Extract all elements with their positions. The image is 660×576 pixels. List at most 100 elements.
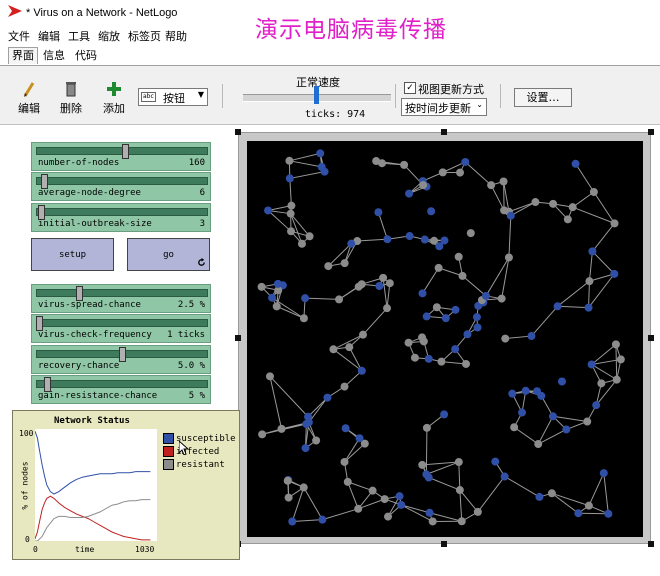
- node-susceptible: [500, 472, 509, 481]
- slider-thumb[interactable]: [44, 377, 52, 392]
- node-resistant: [454, 252, 463, 261]
- slider-thumb[interactable]: [75, 286, 83, 301]
- slider-track: [36, 319, 208, 327]
- resize-handle[interactable]: [648, 541, 654, 547]
- slider-average-node-degree[interactable]: average-node-degree 6: [31, 172, 211, 201]
- node-resistant: [385, 279, 394, 288]
- mouse-cursor-icon: [179, 441, 189, 455]
- ticks-counter: ticks: 974: [305, 109, 366, 120]
- legend-swatch: [163, 459, 174, 470]
- node-susceptible: [304, 412, 313, 421]
- node-resistant: [324, 262, 333, 271]
- node-resistant: [585, 277, 594, 286]
- toolbar-separator: [222, 84, 223, 108]
- node-resistant: [432, 303, 441, 312]
- network-link: [333, 348, 363, 372]
- menu-help[interactable]: 帮助: [165, 28, 187, 44]
- menu-zoom[interactable]: 缩放: [98, 28, 120, 44]
- world-view-frame[interactable]: [235, 129, 654, 547]
- tab-interface[interactable]: 界面: [8, 47, 38, 64]
- node-resistant: [583, 417, 592, 426]
- edit-button[interactable]: 编辑: [12, 80, 46, 116]
- menu-file[interactable]: 文件: [8, 28, 30, 44]
- node-susceptible: [574, 509, 583, 518]
- node-resistant: [611, 340, 620, 349]
- view-update-checkbox[interactable]: ✓: [404, 82, 416, 94]
- slider-thumb[interactable]: [40, 174, 48, 189]
- slider-virus-spread-chance[interactable]: virus-spread-chance 2.5 %: [31, 284, 211, 313]
- node-susceptible: [473, 323, 482, 332]
- slider-number-of-nodes[interactable]: number-of-nodes 160: [31, 142, 211, 171]
- slider-initial-outbreak-size[interactable]: initial-outbreak-size 3: [31, 203, 211, 232]
- slider-thumb[interactable]: [37, 205, 45, 220]
- speed-slider-thumb[interactable]: [314, 86, 319, 104]
- delete-button[interactable]: 删除: [54, 80, 88, 116]
- node-susceptible: [604, 509, 613, 518]
- node-resistant: [357, 280, 366, 289]
- network-links: [261, 152, 622, 522]
- setup-button[interactable]: setup: [31, 238, 114, 271]
- slider-thumb[interactable]: [122, 144, 130, 159]
- network-link: [269, 376, 283, 429]
- node-resistant: [277, 424, 286, 433]
- node-susceptible: [318, 515, 327, 524]
- legend-susceptible: susceptible: [163, 433, 236, 444]
- network-link: [422, 267, 440, 294]
- node-susceptible: [347, 239, 356, 248]
- node-resistant: [418, 333, 427, 342]
- y-max-label: 100: [19, 429, 34, 438]
- tab-code[interactable]: 代码: [72, 48, 100, 64]
- network-link: [557, 305, 589, 309]
- node-resistant: [340, 259, 349, 268]
- slider-thumb[interactable]: [119, 347, 126, 362]
- node-susceptible: [422, 470, 431, 479]
- slider-gain-resistance-chance[interactable]: gain-resistance-chance 5 %: [31, 375, 211, 404]
- settings-button[interactable]: 设置…: [514, 88, 572, 107]
- add-label: 添加: [103, 102, 125, 115]
- network-link: [357, 238, 388, 242]
- node-resistant: [422, 423, 431, 432]
- node-susceptible: [491, 457, 500, 466]
- node-resistant: [265, 372, 274, 381]
- add-button[interactable]: 添加: [97, 80, 131, 116]
- slider-label: average-node-degree: [38, 188, 141, 198]
- network-world[interactable]: [247, 141, 643, 537]
- network-status-plot[interactable]: Network Status 100 0 % of nodes 0 time 1…: [12, 410, 240, 560]
- menu-tabs[interactable]: 标签页: [128, 28, 161, 44]
- network-link: [557, 280, 590, 307]
- resize-handle[interactable]: [235, 129, 241, 135]
- resize-handle[interactable]: [441, 129, 447, 135]
- network-link: [464, 161, 492, 186]
- network-link: [305, 297, 340, 300]
- node-susceptible: [316, 149, 325, 158]
- resize-handle[interactable]: [648, 335, 654, 341]
- resize-handle[interactable]: [648, 129, 654, 135]
- menu-tools[interactable]: 工具: [68, 28, 90, 44]
- node-resistant: [563, 215, 572, 224]
- button-widget-icon: abc: [141, 92, 156, 102]
- chevron-down-icon: ⌄: [476, 100, 483, 109]
- network-link: [401, 504, 430, 514]
- widget-type-select[interactable]: abc 按钮 ▼: [138, 88, 208, 106]
- node-resistant: [285, 156, 294, 165]
- node-susceptible: [395, 492, 404, 501]
- node-resistant: [345, 343, 354, 352]
- node-resistant: [534, 440, 543, 449]
- tab-info[interactable]: 信息: [40, 48, 68, 64]
- resize-handle[interactable]: [441, 541, 447, 547]
- node-resistant: [305, 232, 314, 241]
- slider-virus-check-frequency[interactable]: virus-check-frequency 1 ticks: [31, 314, 211, 343]
- slider-value: 160: [188, 158, 205, 168]
- title-bar: * Virus on a Network - NetLogo 演示电脑病毒传播: [0, 0, 660, 43]
- x-axis-label: time: [75, 545, 95, 554]
- slider-recovery-chance[interactable]: recovery-chance 5.0 %: [31, 345, 211, 374]
- view-update-label: 视图更新方式: [418, 83, 484, 96]
- node-susceptible: [288, 517, 297, 526]
- menu-edit[interactable]: 编辑: [38, 28, 60, 44]
- node-susceptible: [592, 401, 601, 410]
- node-resistant: [497, 294, 506, 303]
- go-button[interactable]: go: [127, 238, 210, 271]
- slider-thumb[interactable]: [36, 316, 43, 331]
- update-mode-select[interactable]: 按时间步更新 ⌄: [401, 98, 487, 116]
- resize-handle[interactable]: [235, 335, 241, 341]
